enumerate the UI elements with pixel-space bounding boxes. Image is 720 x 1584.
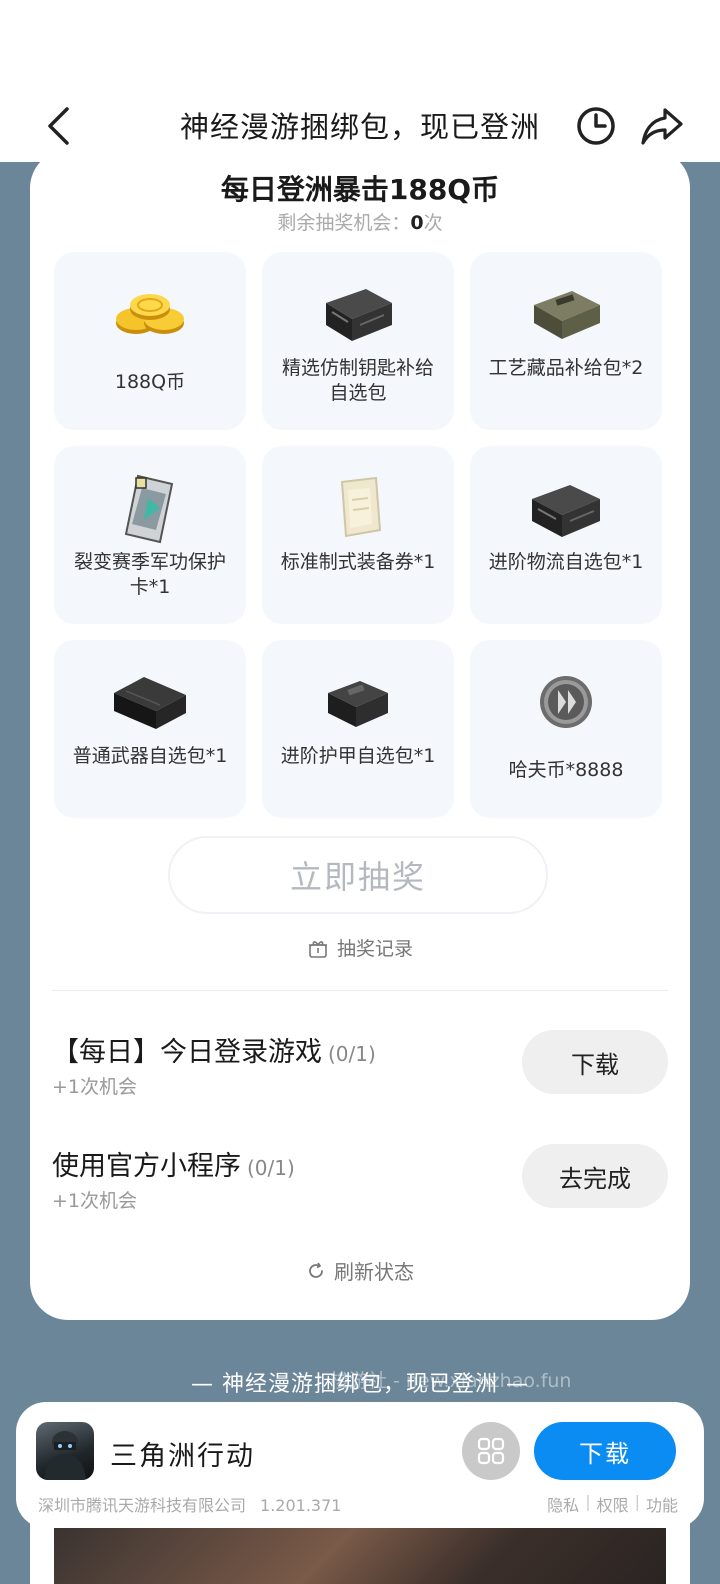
silver-coin-icon [526, 662, 606, 742]
prize-item: 哈夫币*8888 [470, 640, 662, 818]
top-bar: 神经漫游捆绑包，现已登洲 [0, 0, 720, 162]
prize-name: 哈夫币*8888 [508, 759, 624, 781]
black-crate-icon [318, 274, 398, 354]
prize-name: 进阶物流自选包*1 [488, 551, 644, 573]
prize-name: 进阶护甲自选包*1 [280, 745, 436, 767]
task-complete-button[interactable]: 去完成 [522, 1144, 668, 1208]
history-button[interactable] [574, 104, 618, 148]
share-button[interactable] [640, 104, 684, 148]
prize-item: 普通武器自选包*1 [54, 640, 246, 818]
more-apps-button[interactable] [462, 1422, 520, 1480]
company-name: 深圳市腾讯天游科技有限公司 [38, 1496, 247, 1515]
page-title: 神经漫游捆绑包，现已登洲 [179, 110, 540, 144]
prize-item: 188Q币 [54, 252, 246, 430]
app-version: 1.201.371 [260, 1496, 342, 1515]
prize-name: 普通武器自选包*1 [72, 745, 228, 767]
prize-item: 进阶物流自选包*1 [470, 446, 662, 624]
prize-name: 标准制式装备券*1 [280, 551, 436, 573]
gift-icon [308, 940, 327, 958]
olive-crate-icon [526, 274, 606, 354]
task-reward: +1次机会 [52, 1190, 138, 1212]
app-download-bar: 三角洲行动 下载 深圳市腾讯天游科技有限公司 1.201.371 隐私 | 权限 | … [16, 1402, 704, 1528]
chances-prefix: 剩余抽奖机会： [277, 212, 411, 234]
task-item: 【每日】今日登录游戏 (0/1) +1次机会 下载 [52, 1030, 668, 1110]
prize-name: 188Q币 [114, 371, 186, 393]
task-progress: (0/1) [247, 1156, 295, 1180]
prize-item: 标准制式装备券*1 [262, 446, 454, 624]
share-arrow-icon [641, 108, 683, 145]
app-icon [36, 1422, 94, 1480]
task-title-text: 【每日】今日登录游戏 [52, 1037, 322, 1068]
privacy-link[interactable]: 隐私 [547, 1492, 579, 1516]
chances-suffix: 次 [423, 212, 443, 234]
chances-count: 0 [410, 212, 424, 234]
prize-name: 精选仿制钥匙补给自选包 [281, 357, 434, 404]
task-download-button[interactable]: 下载 [522, 1030, 668, 1094]
refresh-icon [309, 1262, 323, 1278]
draw-button[interactable]: 立即抽奖 [168, 836, 548, 914]
divider [52, 990, 668, 991]
grid-icon [477, 1437, 505, 1465]
chevron-left-icon [48, 107, 69, 145]
weapon-case-icon [110, 662, 190, 742]
refresh-status-link[interactable]: 刷新状态 [30, 1256, 690, 1285]
refresh-label: 刷新状态 [334, 1260, 414, 1284]
features-link[interactable]: 功能 [646, 1492, 678, 1516]
clock-icon [577, 107, 615, 145]
prize-item: 工艺藏品补给包*2 [470, 252, 662, 430]
task-title: 【每日】今日登录游戏 (0/1) [52, 1030, 376, 1069]
equipment-ticket-icon [318, 468, 398, 548]
permissions-link[interactable]: 权限 [597, 1492, 629, 1516]
protection-card-icon [110, 468, 190, 548]
task-title: 使用官方小程序 (0/1) [52, 1144, 295, 1183]
task-item: 使用官方小程序 (0/1) +1次机会 去完成 [52, 1144, 668, 1224]
preview-image [54, 1528, 666, 1584]
prize-grid: 188Q币 精选仿制钥匙补给自选包 工艺藏品补给包*2 裂变赛季军功保护卡*1 … [54, 252, 666, 818]
task-progress: (0/1) [328, 1042, 376, 1066]
app-links: 隐私 | 权限 | 功能 [547, 1492, 678, 1516]
lottery-card: 每日登洲暴击188Q币 剩余抽奖机会：0次 188Q币 精选仿制钥匙补给自选包 … [30, 150, 690, 1320]
app-download-button[interactable]: 下载 [534, 1422, 676, 1480]
task-reward: +1次机会 [52, 1076, 138, 1098]
company-info: 深圳市腾讯天游科技有限公司 1.201.371 [38, 1492, 341, 1516]
lottery-title: 每日登洲暴击188Q币 [220, 173, 500, 206]
back-button[interactable] [36, 102, 80, 150]
prize-item: 精选仿制钥匙补给自选包 [262, 252, 454, 430]
lottery-record-link[interactable]: 抽奖记录 [30, 934, 690, 961]
remaining-chances: 剩余抽奖机会：0次 [30, 208, 690, 235]
app-name: 三角洲行动 [110, 1441, 255, 1472]
watermark: 梭游社 - new.xianzhao.fun [330, 1370, 572, 1392]
record-label: 抽奖记录 [336, 938, 413, 960]
prize-item: 进阶护甲自选包*1 [262, 640, 454, 818]
black-crate-icon [526, 468, 606, 548]
gold-coins-icon [110, 274, 190, 354]
armor-crate-icon [318, 662, 398, 742]
prize-name: 裂变赛季军功保护卡*1 [73, 551, 226, 598]
prize-item: 裂变赛季军功保护卡*1 [54, 446, 246, 624]
task-title-text: 使用官方小程序 [52, 1151, 241, 1182]
soldier-icon [44, 1431, 86, 1480]
prize-name: 工艺藏品补给包*2 [488, 357, 644, 379]
